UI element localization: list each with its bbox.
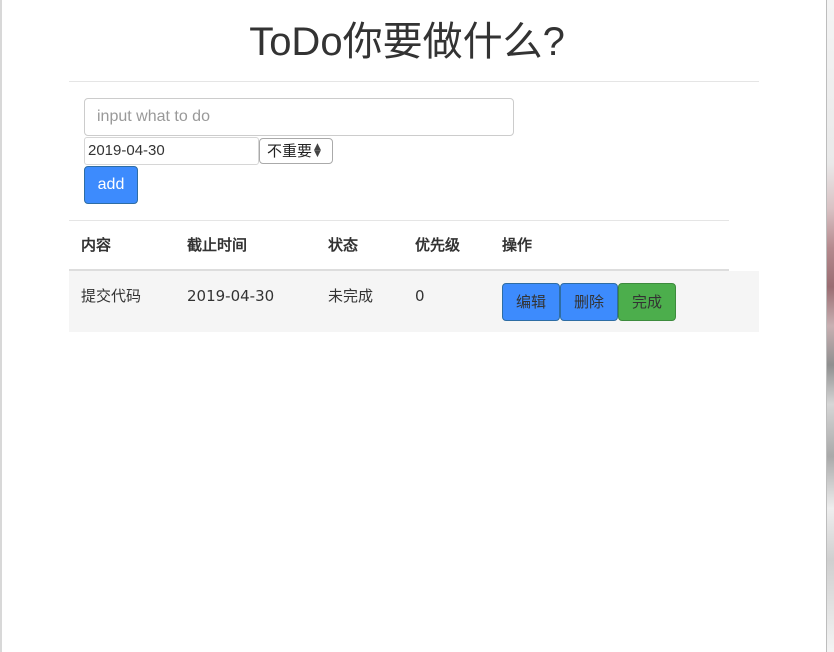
delete-button[interactable]: 删除 [560,283,618,321]
edit-button[interactable]: 编辑 [502,283,560,321]
desktop-background-strip [826,0,834,652]
column-header-status: 状态 [328,236,359,254]
deadline-date-input[interactable]: 2019-04-30 [84,137,259,165]
add-button[interactable]: add [84,166,138,204]
todo-status-cell: 未完成 [328,287,374,305]
select-updown-icon: ▲ ▼ [314,142,321,159]
todo-deadline-cell: 2019-04-30 [187,287,275,305]
column-header-deadline: 截止时间 [187,236,248,254]
column-header-actions: 操作 [502,236,533,254]
column-header-priority: 优先级 [415,236,461,254]
table-header-row: 内容 截止时间 状态 优先级 操作 [69,221,729,271]
priority-select[interactable]: 不重要 ▲ ▼ [259,138,333,164]
todo-priority-cell: 0 [415,287,425,305]
page-title: ToDo你要做什么? [249,20,565,64]
window-left-edge [0,0,2,652]
priority-select-value: 不重要 [267,142,313,160]
column-header-content: 内容 [81,236,112,254]
todo-content-cell: 提交代码 [81,287,142,305]
todo-content-input[interactable] [84,98,514,136]
table-row: 提交代码 2019-04-30 未完成 0 编辑 删除 完成 [69,271,759,332]
title-divider [69,81,759,82]
complete-button[interactable]: 完成 [618,283,676,321]
